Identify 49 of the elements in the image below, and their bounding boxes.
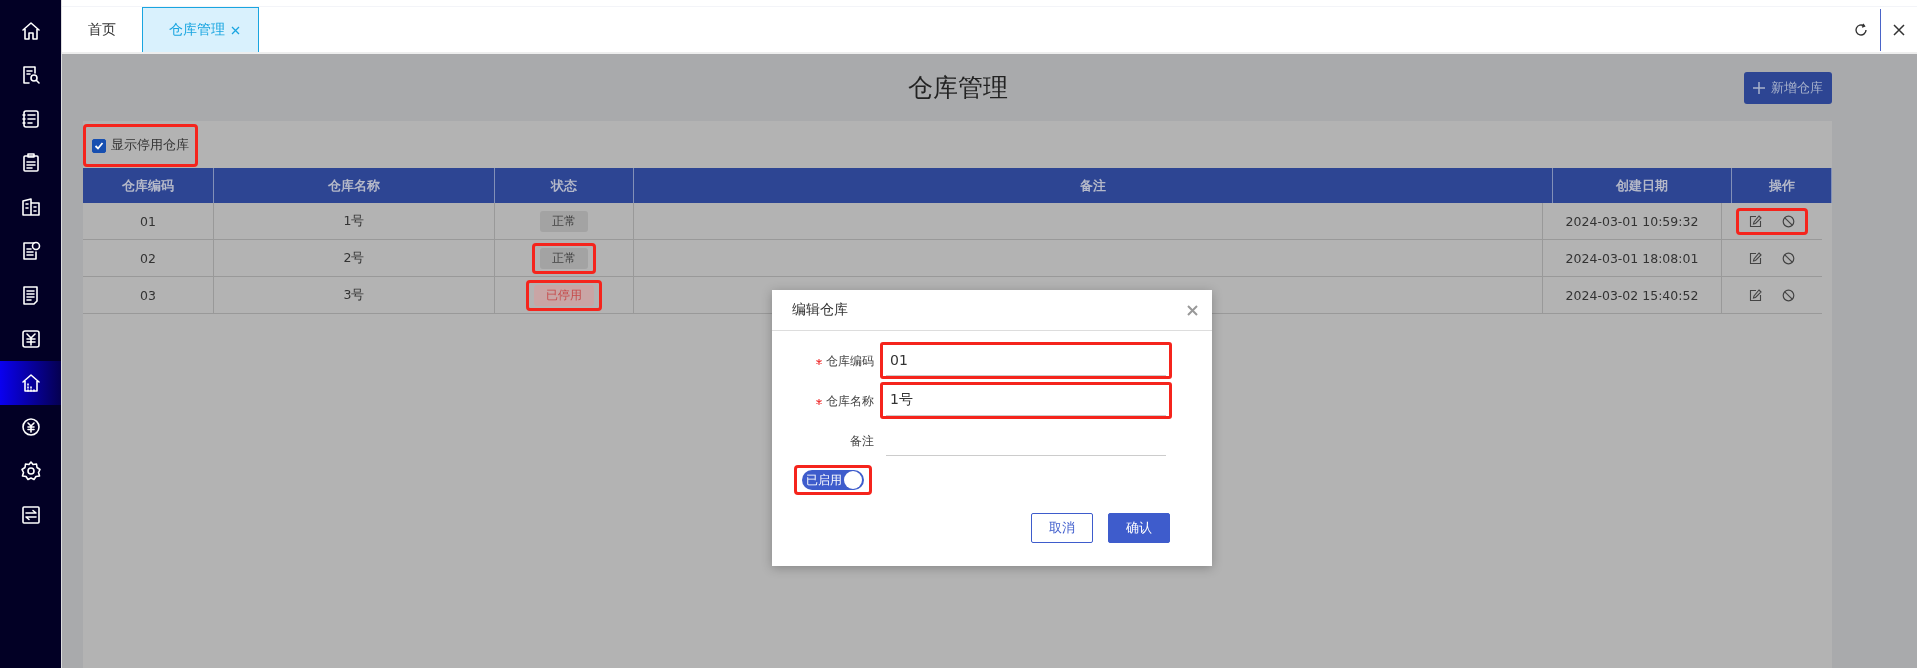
checkbox[interactable] <box>92 138 106 153</box>
column-header: 仓库编码 <box>83 168 214 203</box>
column-header: 状态 <box>495 168 634 203</box>
status-tag: 已停用 <box>534 284 594 306</box>
enabled-toggle[interactable]: 已启用 <box>802 470 864 490</box>
input-field[interactable]: 1号 <box>886 385 1166 416</box>
sidebar-item[interactable] <box>0 361 61 405</box>
table-cell: 2号 <box>214 240 495 276</box>
status-tag: 正常 <box>540 210 588 232</box>
disable-icon[interactable] <box>1782 214 1795 228</box>
status-tag: 正常 <box>540 247 588 269</box>
settings-icon <box>19 460 42 482</box>
building-icon <box>19 196 42 218</box>
edit-icon[interactable] <box>1749 214 1762 228</box>
table-cell: 2024-03-01 18:08:01 <box>1543 240 1722 276</box>
table-cell: 2024-03-02 15:40:52 <box>1543 277 1722 313</box>
plus-icon <box>1753 81 1765 94</box>
edit-icon[interactable] <box>1749 251 1762 265</box>
table-cell: 03 <box>83 277 214 313</box>
list-icon <box>19 108 42 130</box>
table-cell: 2024-03-01 10:59:32 <box>1543 203 1722 239</box>
page-title: 仓库管理 <box>907 72 1008 104</box>
transfer-icon <box>19 504 42 526</box>
dialog-title: 编辑仓库 <box>792 301 848 319</box>
column-header: 备注 <box>634 168 1553 203</box>
home-icon <box>19 20 42 42</box>
field-label: 备注 <box>850 433 874 450</box>
confirm-button[interactable]: 确认 <box>1108 513 1170 543</box>
disable-icon[interactable] <box>1782 251 1795 265</box>
tab[interactable]: 首页 <box>62 7 142 52</box>
table-cell: 3号 <box>214 277 495 313</box>
refresh-icon[interactable] <box>1854 22 1868 37</box>
cancel-button[interactable]: 取消 <box>1031 513 1093 543</box>
add-button[interactable]: 新增仓库 <box>1744 71 1832 104</box>
input-field[interactable]: 01 <box>886 345 1166 376</box>
column-header: 操作 <box>1732 168 1832 203</box>
column-header: 创建日期 <box>1553 168 1732 203</box>
table-cell: 01 <box>83 203 214 239</box>
column-header: 仓库名称 <box>214 168 495 203</box>
field-label: 仓库名称 <box>826 393 874 410</box>
field-label: 仓库编码 <box>826 353 874 370</box>
close-icon[interactable] <box>1893 23 1905 36</box>
table-cell: 02 <box>83 240 214 276</box>
table-cell: 1号 <box>214 203 495 239</box>
yen-circle-icon <box>19 416 42 438</box>
edit-icon[interactable] <box>1749 288 1762 302</box>
yen-icon <box>19 328 42 350</box>
warehouse-icon <box>19 372 42 394</box>
disable-icon[interactable] <box>1782 288 1795 302</box>
